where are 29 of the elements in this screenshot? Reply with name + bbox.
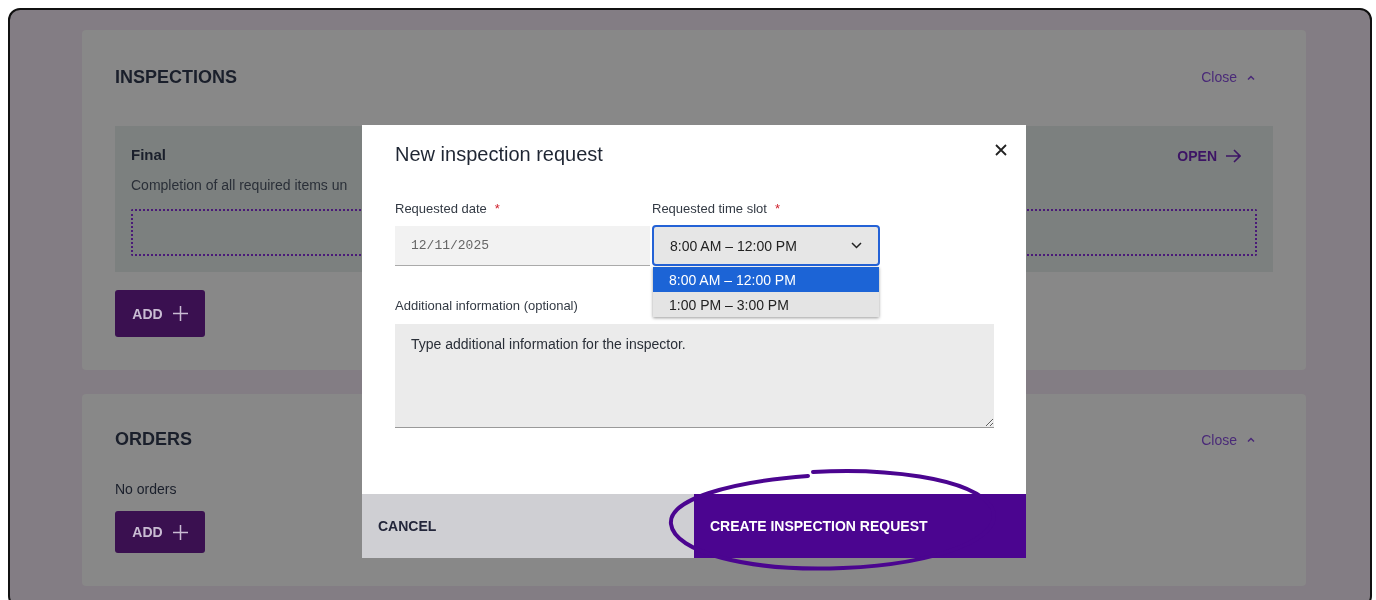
add-button[interactable]: ADD [115, 290, 205, 337]
dialog-title: New inspection request [395, 143, 604, 166]
cancel-button[interactable]: CANCEL [362, 494, 694, 558]
close-button[interactable] [994, 143, 1008, 157]
card-description: Completion of all required items un [131, 177, 348, 193]
dropdown-option[interactable]: 1:00 PM – 3:00 PM [653, 292, 879, 317]
empty-text: No orders [115, 481, 177, 498]
arrow-right-icon [1225, 149, 1241, 163]
section-title: INSPECTIONS [115, 66, 238, 88]
chevron-down-icon [851, 242, 862, 249]
chevron-up-icon [1247, 437, 1255, 443]
date-input[interactable]: 12/11/2025 [395, 226, 650, 266]
plus-icon [172, 524, 188, 540]
field-label: Requested time slot [652, 201, 767, 218]
open-link[interactable]: OPEN [1177, 148, 1241, 164]
create-request-button[interactable]: CREATE INSPECTION REQUEST [694, 494, 1026, 558]
card-title: Final [131, 146, 166, 163]
field-label: Requested date [395, 201, 487, 218]
close-icon [994, 143, 1008, 157]
dropdown-option[interactable]: 8:00 AM – 12:00 PM [653, 267, 879, 292]
required-mark: * [494, 201, 500, 218]
section-title: ORDERS [115, 429, 192, 451]
plus-icon [172, 306, 188, 321]
time-slot-select[interactable]: 8:00 AM – 12:00 PM [652, 225, 880, 266]
field-label: Additional information (optional) [395, 298, 578, 315]
chevron-up-icon [1247, 74, 1255, 80]
information-textarea[interactable]: Type additional information for the inspector. [395, 324, 994, 428]
add-button[interactable]: ADD [115, 511, 205, 553]
required-mark: * [774, 201, 780, 218]
